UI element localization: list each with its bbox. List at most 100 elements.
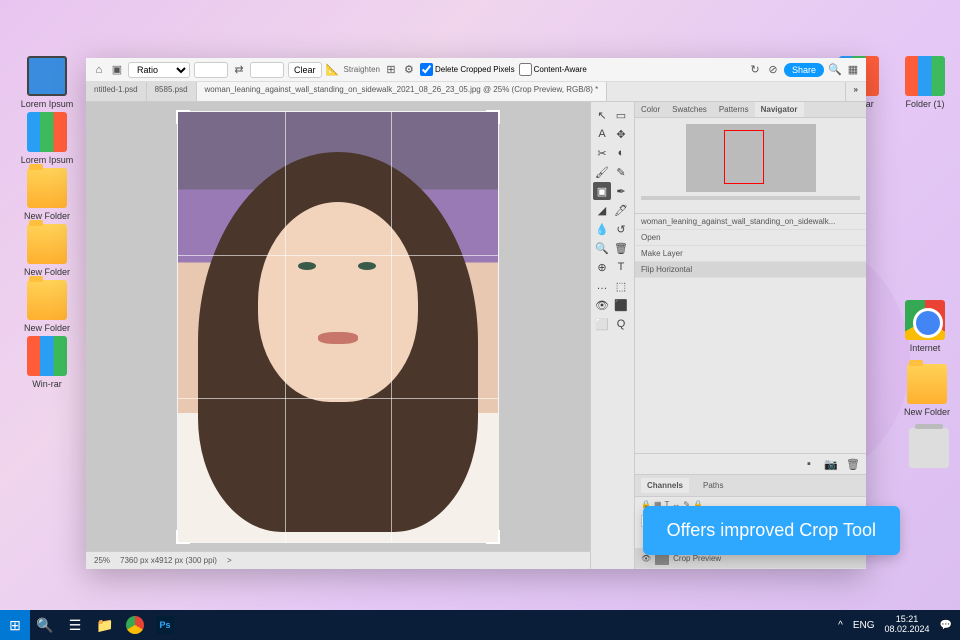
crop-handle[interactable] [176,110,190,124]
home-icon[interactable]: ⌂ [92,63,106,77]
zoom-level[interactable]: 25% [94,556,110,565]
tool-button[interactable]: ⬚ [612,277,630,295]
camera-icon[interactable]: 📷 [824,457,838,471]
winrar[interactable]: Win-rar [18,336,76,389]
panel-tab[interactable]: Channels [641,478,689,493]
chevron-right-icon[interactable]: > [227,556,232,565]
tool-button[interactable]: ↖ [593,106,611,124]
tool-button[interactable]: T [612,258,630,276]
notifications-icon[interactable]: 💬 [940,620,952,631]
tool-button[interactable]: ✂ [593,144,611,162]
document-tab[interactable]: woman_leaning_against_wall_standing_on_s… [197,82,608,101]
lorem-ipsum-binder[interactable]: Lorem Ipsum [18,112,76,165]
share-button[interactable]: Share [784,63,824,77]
tool-button[interactable]: A [593,125,611,143]
document-tab[interactable]: 8585.psd [147,82,197,101]
start-button[interactable]: ⊞ [0,610,30,640]
swap-icon[interactable]: ⇄ [232,63,246,77]
width-input[interactable] [194,62,228,78]
zoom-slider[interactable] [641,196,860,200]
search-icon[interactable]: 🔍 [30,610,60,640]
crop-grid-line [391,112,392,542]
action-item[interactable]: Open [635,230,866,246]
stop-icon[interactable]: ▪ [802,457,816,471]
crop-icon[interactable]: ▣ [110,63,124,77]
tool-button[interactable]: Q [612,315,630,333]
canvas-area: 25% 7360 px x4912 px (300 ppi) > [86,102,590,569]
clear-button[interactable]: Clear [288,62,322,78]
lorem-ipsum-mockup[interactable]: Lorem Ipsum [18,56,76,109]
panel-tab[interactable]: Swatches [666,102,713,117]
action-item[interactable]: Make Layer [635,246,866,262]
content-aware-checkbox[interactable]: Content-Aware [519,63,587,76]
crop-overlay[interactable] [178,112,498,542]
tray-chevron-icon[interactable]: ^ [838,620,843,631]
navigator-preview[interactable] [686,124,816,192]
action-item[interactable]: Flip Horizontal [635,262,866,278]
panel-tab[interactable]: Color [635,102,666,117]
gear-icon[interactable]: ⚙ [402,63,416,77]
panel-tab[interactable]: Patterns [713,102,755,117]
icon-label: New Folder [898,407,956,417]
panel-tab[interactable]: Navigator [755,102,804,117]
tool-button[interactable]: 👁 [593,296,611,314]
canvas[interactable] [86,102,590,551]
photoshop-icon[interactable]: Ps [150,610,180,640]
tool-button[interactable]: ✎ [612,163,630,181]
mockup-icon [27,56,67,96]
tool-button[interactable]: ⊕ [593,258,611,276]
tool-button[interactable]: 🔍 [593,239,611,257]
navigator-crop-box[interactable] [724,130,764,184]
tool-button[interactable]: ⬜ [593,315,611,333]
trash-icon[interactable]: 🗑 [846,457,860,471]
language-indicator[interactable]: ENG [853,620,875,631]
folder-1[interactable]: Folder (1) [896,56,954,109]
tool-button[interactable]: ▭ [612,106,630,124]
tabs-overflow-icon[interactable]: » [845,82,866,101]
crop-handle[interactable] [486,110,500,124]
panel-tab[interactable]: Paths [697,478,729,493]
reset-icon[interactable]: ↻ [748,63,762,77]
tool-button[interactable]: 💧 [593,220,611,238]
icon-label: Folder (1) [896,99,954,109]
workspace-icon[interactable]: ▦ [846,63,860,77]
explorer-icon[interactable]: 📁 [90,610,120,640]
tool-button[interactable]: ⬛ [612,296,630,314]
trash[interactable] [900,428,958,471]
tool-button[interactable]: 🖊 [612,201,630,219]
clock[interactable]: 15:21 08.02.2024 [885,615,930,635]
height-input[interactable] [250,62,284,78]
cancel-icon[interactable]: ⊘ [766,63,780,77]
chrome-icon[interactable] [120,610,150,640]
tool-button[interactable]: 🖌 [593,163,611,181]
tool-button[interactable]: ↺ [612,220,630,238]
task-view-icon[interactable]: ☰ [60,610,90,640]
new-folder-3[interactable]: New Folder [18,280,76,333]
binder-icon [27,112,67,152]
grid-icon[interactable]: ⊞ [384,63,398,77]
document-tab[interactable]: ntitled-1.psd [86,82,147,101]
tool-button[interactable]: ✒ [612,182,630,200]
photo-crop-region[interactable] [178,112,498,542]
channels-tabs: Channels Paths [635,474,866,497]
new-folder-r[interactable]: New Folder [898,364,956,417]
document-tabs: ntitled-1.psd8585.psdwoman_leaning_again… [86,82,866,102]
internet[interactable]: Internet [896,300,954,353]
search-icon[interactable]: 🔍 [828,63,842,77]
straighten-label: Straighten [344,65,380,74]
tool-button[interactable]: ◐ [612,144,630,162]
tool-button[interactable]: … [593,277,611,295]
ratio-select[interactable]: Ratio [128,62,190,78]
crop-handle[interactable] [486,530,500,544]
tool-button[interactable]: 🗑 [612,239,630,257]
tool-button[interactable]: ✥ [612,125,630,143]
tool-button[interactable]: ▣ [593,182,611,200]
delete-cropped-checkbox[interactable]: Delete Cropped Pixels [420,63,515,76]
icon-label: Internet [896,343,954,353]
crop-grid-line [178,255,498,256]
new-folder-1[interactable]: New Folder [18,168,76,221]
crop-handle[interactable] [176,530,190,544]
straighten-icon[interactable]: 📐 [326,63,340,77]
new-folder-2[interactable]: New Folder [18,224,76,277]
tool-button[interactable]: ◢ [593,201,611,219]
